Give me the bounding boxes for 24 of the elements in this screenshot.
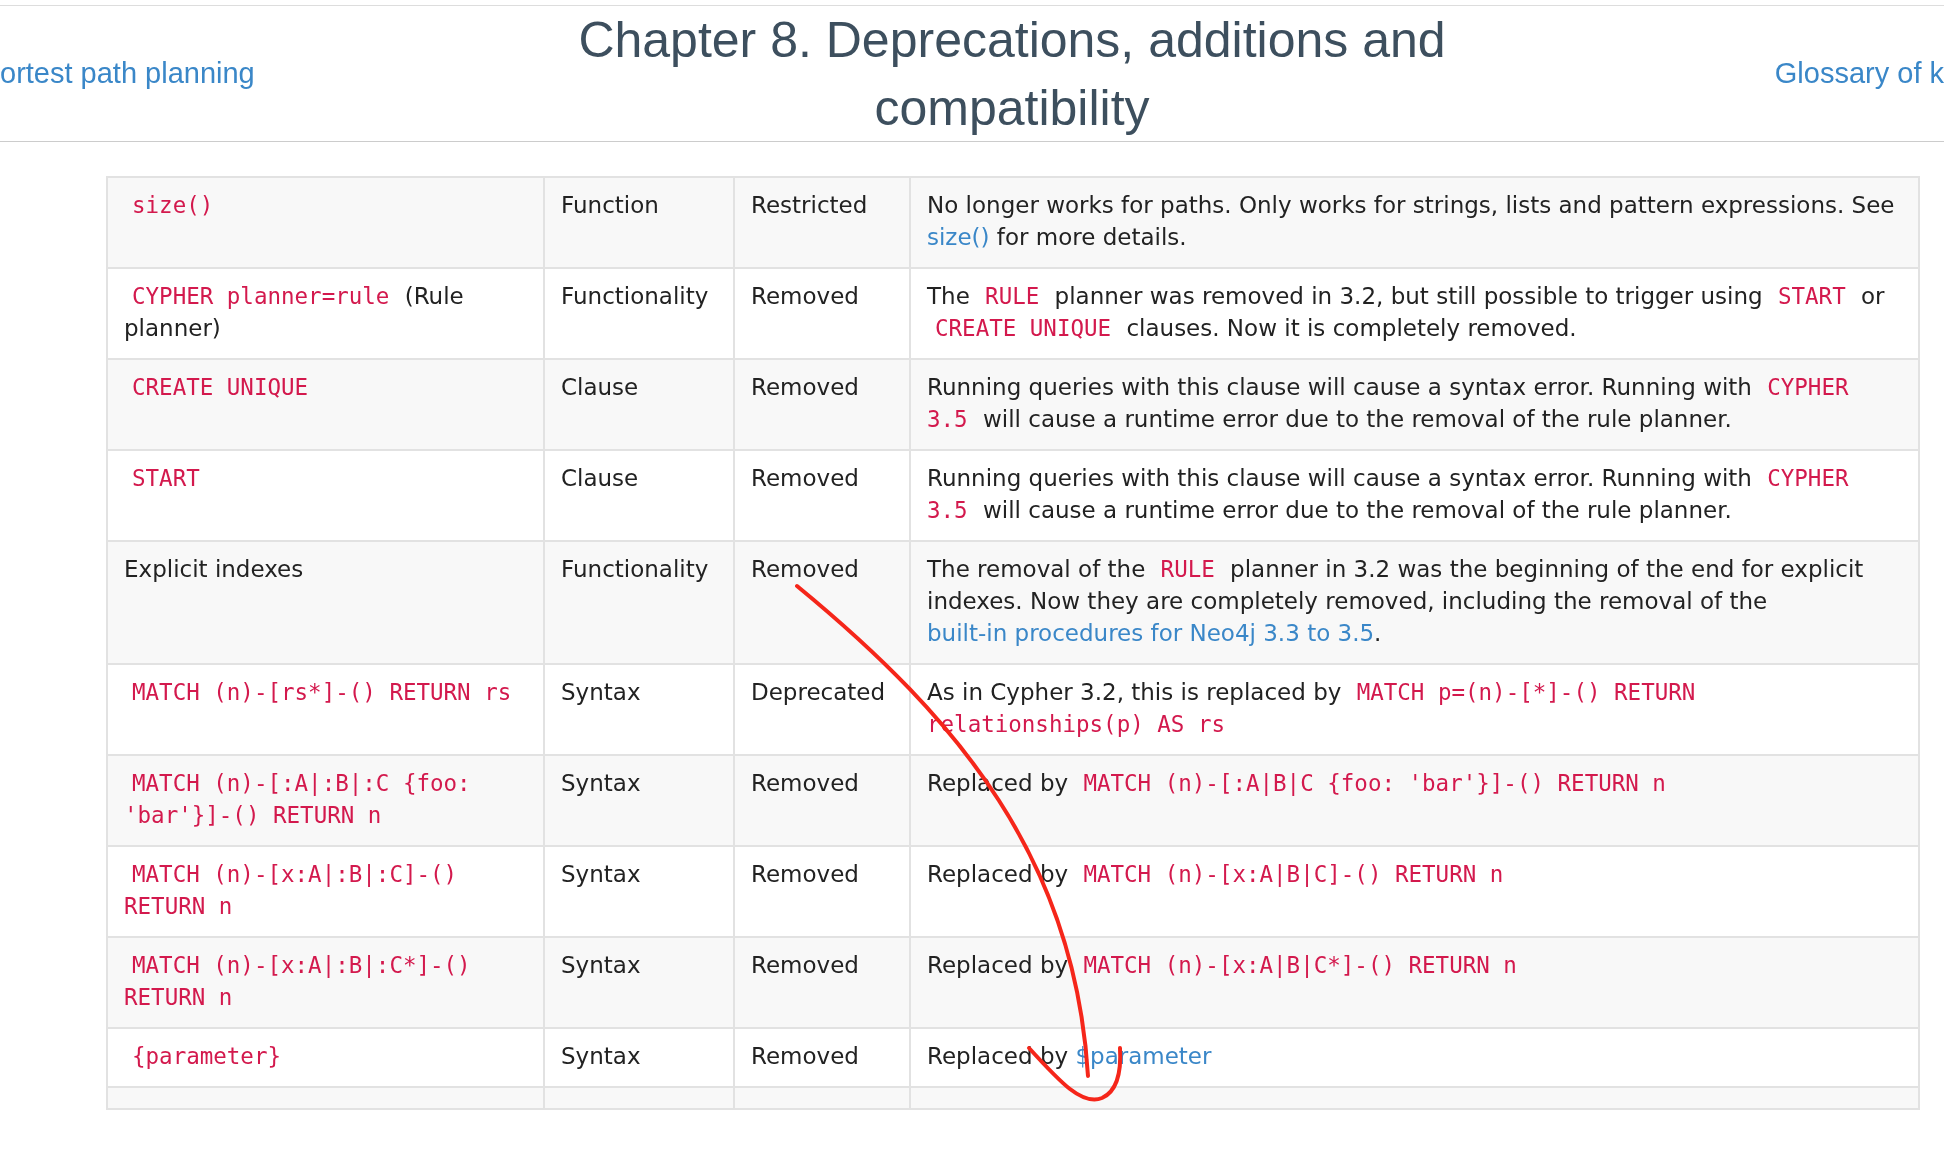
table-cell: No longer works for paths. Only works for strings, lists and pattern expressions. See size() for more details. (910, 177, 1919, 268)
table-cell: Function (544, 177, 734, 268)
table-cell: Restricted (734, 177, 910, 268)
table-cell: Running queries with this clause will cause a syntax error. Running with CYPHER 3.5 will cause a runtime error due to the removal of the rule planner. (910, 359, 1919, 450)
table-cell: CREATE UNIQUE (107, 359, 544, 450)
table-cell: Removed (734, 937, 910, 1028)
table-cell: Removed (734, 755, 910, 846)
table-cell: Clause (544, 359, 734, 450)
table-cell: Removed (734, 541, 910, 664)
table-cell: Syntax (544, 937, 734, 1028)
nav-link[interactable]: ortest path planning (0, 57, 255, 90)
table-cell: Removed (734, 359, 910, 450)
table-cell: size() (107, 177, 544, 268)
link[interactable]: size() (927, 224, 990, 250)
table-cell: The removal of the RULE planner in 3.2 was the beginning of the end for explicit indexes. Now they are completely removed, including the removal of the built-in procedures for Neo4j 3.3 to 3.5. (910, 541, 1919, 664)
table-cell: Syntax (544, 755, 734, 846)
nav-link[interactable]: Glossary of k (1774, 57, 1944, 90)
table-cell: Functionality (544, 541, 734, 664)
page-title: Chapter 8. Deprecations, additions and compatibility (577, 11, 1447, 138)
table-cell: MATCH (n)-[x:A|:B|:C*]-() RETURN n (107, 937, 544, 1028)
table-cell: Explicit indexes (107, 541, 544, 664)
table-cell: Replaced by MATCH (n)-[x:A|B|C*]-() RETURN n (910, 937, 1919, 1028)
table-cell: MATCH (n)-[:A|:B|:C {foo: 'bar'}]-() RETURN n (107, 755, 544, 846)
link[interactable]: built-in procedures for Neo4j 3.3 to 3.5 (927, 620, 1375, 646)
